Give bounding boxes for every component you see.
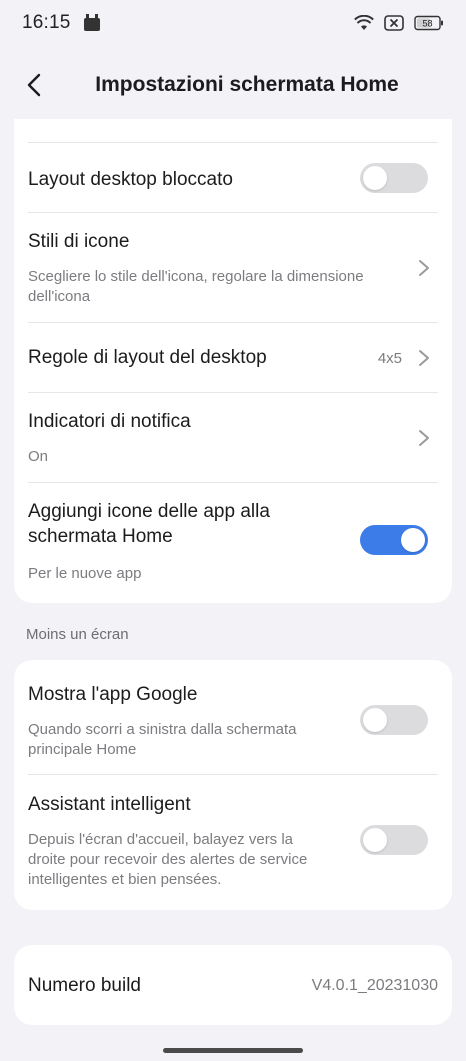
notification-badges-title: Indicatori di notifica [28, 411, 191, 432]
icon-styles-row[interactable]: Stili di icone Scegliere lo stile dell'i… [14, 213, 452, 323]
home-settings-card: Layout desktop bloccato Stili di icone S… [14, 119, 452, 603]
battery-level-text: 58 [422, 19, 432, 29]
back-arrow-icon[interactable] [22, 72, 48, 98]
home-indicator[interactable] [163, 1048, 303, 1053]
smart-assistant-title: Assistant intelligent [28, 794, 191, 815]
add-icons-title-1: Aggiungi icone delle app alla [28, 501, 270, 522]
smart-assistant-toggle[interactable] [360, 825, 428, 855]
smart-assistant-subtitle-3: intelligentes et bien pensées. [28, 871, 222, 888]
wifi-icon [354, 15, 374, 30]
show-google-subtitle-2: principale Home [28, 741, 137, 758]
notification-badges-row[interactable]: Indicatori di notifica On [14, 393, 452, 483]
layout-rules-value: 4x5 [377, 350, 402, 367]
icon-styles-subtitle-1: Scegliere lo stile dell'icona, regolare … [28, 268, 364, 285]
build-card: Numero build V4.0.1_20231030 [14, 945, 452, 1025]
chevron-right-icon [419, 350, 429, 366]
build-number-value: V4.0.1_20231030 [311, 977, 438, 994]
add-icons-subtitle: Per le nuove app [28, 565, 142, 582]
add-icons-title-2: schermata Home [28, 526, 173, 547]
icon-styles-subtitle-2: dell'icona [28, 288, 91, 305]
show-google-toggle[interactable] [360, 705, 428, 735]
layout-rules-title: Regole di layout del desktop [28, 347, 267, 368]
toggle-knob [363, 708, 387, 732]
add-icons-toggle[interactable] [360, 525, 428, 555]
build-number-row[interactable]: Numero build V4.0.1_20231030 [14, 945, 452, 1025]
show-google-subtitle-1: Quando scorri a sinistra dalla schermata [28, 721, 297, 738]
smart-assistant-row[interactable]: Assistant intelligent Depuis l'écran d'a… [14, 775, 452, 910]
smart-assistant-subtitle-2: droite pour recevoir des alertes de serv… [28, 851, 308, 868]
sim-disabled-icon [384, 15, 404, 31]
add-icons-row[interactable]: Aggiungi icone delle app alla schermata … [14, 483, 452, 603]
header: Impostazioni schermata Home [0, 56, 466, 114]
toggle-knob [363, 166, 387, 190]
show-google-title: Mostra l'app Google [28, 684, 198, 705]
layout-locked-title: Layout desktop bloccato [28, 169, 233, 190]
status-icons: 58 [354, 15, 444, 31]
layout-locked-toggle[interactable] [360, 163, 428, 193]
layout-locked-row[interactable]: Layout desktop bloccato [14, 143, 452, 213]
toggle-knob [363, 828, 387, 852]
toggle-knob [401, 528, 425, 552]
show-google-row[interactable]: Mostra l'app Google Quando scorri a sini… [14, 660, 452, 774]
page-title: Impostazioni schermata Home [95, 73, 399, 96]
app-notification-icon [83, 14, 100, 31]
icon-styles-title: Stili di icone [28, 231, 130, 252]
build-number-title: Numero build [28, 975, 141, 996]
status-time: 16:15 [22, 12, 71, 33]
section-label-minus-screen: Moins un écran [26, 626, 129, 643]
notification-badges-value: On [28, 448, 49, 465]
status-bar: 16:15 58 [0, 0, 466, 46]
chevron-right-icon [419, 260, 429, 276]
chevron-right-icon [419, 430, 429, 446]
minus-screen-card: Mostra l'app Google Quando scorri a sini… [14, 660, 452, 910]
smart-assistant-subtitle-1: Depuis l'écran d'accueil, balayez vers l… [28, 831, 294, 848]
battery-icon: 58 [414, 15, 443, 31]
layout-rules-row[interactable]: Regole di layout del desktop 4x5 [14, 323, 452, 393]
